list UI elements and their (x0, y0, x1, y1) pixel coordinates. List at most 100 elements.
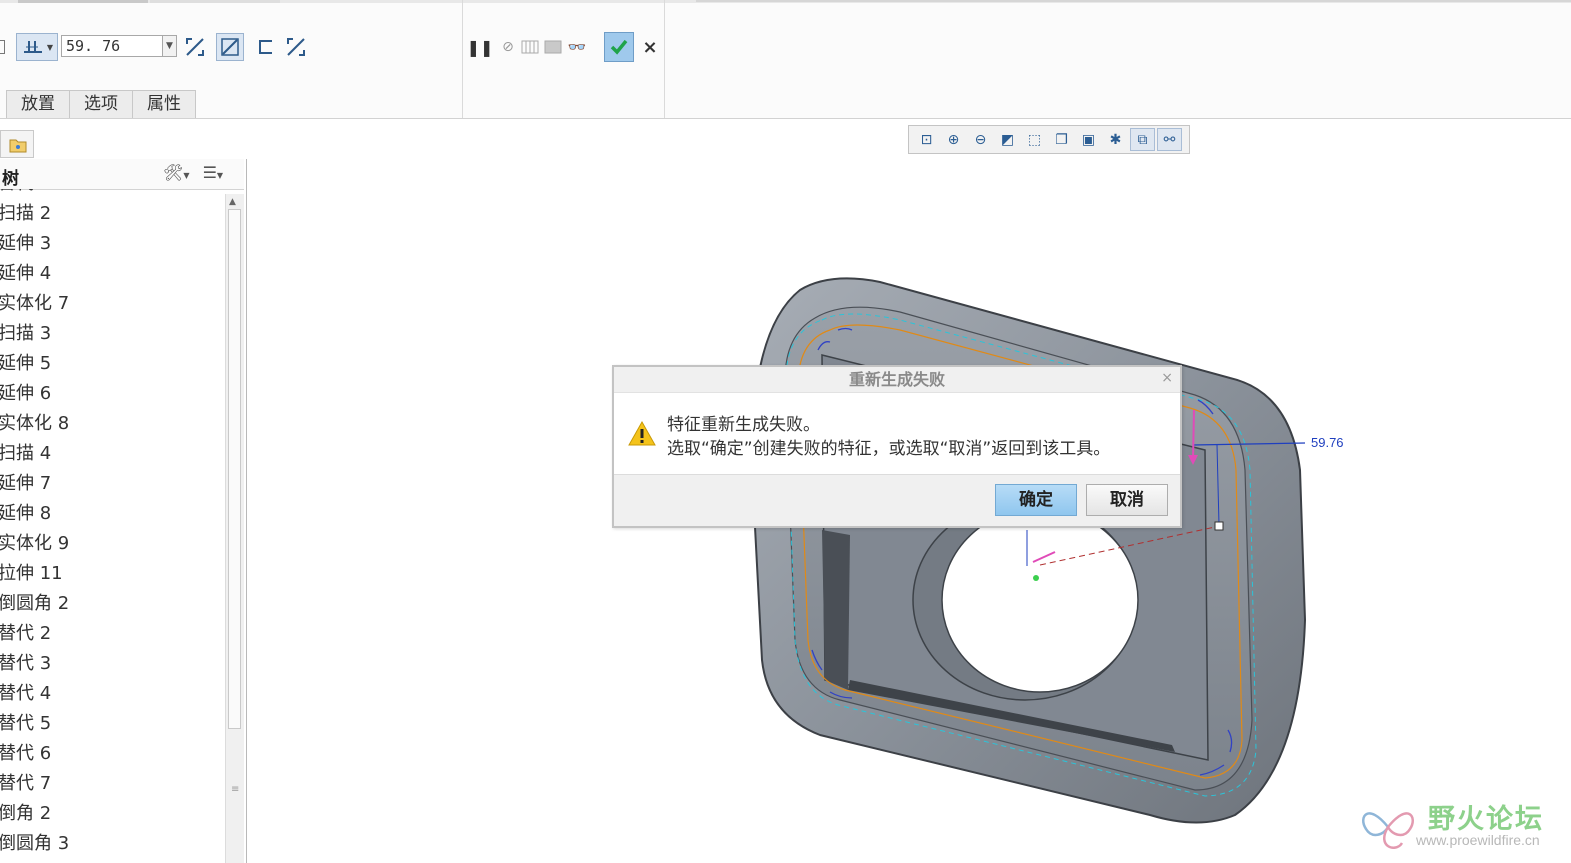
watermark-name: 野火论坛 (1428, 804, 1544, 835)
tree-item[interactable]: 延伸 8 (0, 502, 51, 526)
checkmark-icon (610, 39, 628, 55)
blind-depth-icon (23, 41, 42, 53)
folder-browser-button[interactable] (0, 130, 34, 158)
tree-item[interactable]: 替代 4 (0, 682, 51, 706)
mesh-preview-icon (521, 40, 539, 54)
tree-item[interactable]: 倒圆角 3 (0, 832, 69, 856)
partial-icon[interactable] (0, 40, 5, 54)
tab-properties[interactable]: 属性 (132, 90, 196, 118)
tree-item[interactable]: 替代 7 (0, 772, 51, 796)
depth-dropdown-button[interactable]: ▼ (163, 35, 177, 57)
remove-material-button[interactable] (216, 33, 244, 61)
verify-preview-button[interactable]: 👓 (563, 33, 591, 61)
cancel-button[interactable]: 取消 (1086, 484, 1168, 516)
watermark-url: www.proewildfire.cn (1416, 832, 1540, 848)
ribbon-top-tab[interactable] (150, 0, 280, 3)
model-tree-list: 替代 1 扫描 2 延伸 3 延伸 4 实体化 7 扫描 3 延伸 5 延伸 6 实体化 8 扫描… (0, 189, 224, 863)
view-manager-button[interactable]: ▣ (1076, 128, 1101, 151)
cancel-feature-button[interactable]: × (636, 33, 664, 61)
tree-item[interactable]: 倒角 2 (0, 802, 51, 826)
feature-ribbon: ▼ 59. 76 ▼ ❚❚ ⊘ 👓 × 放置 选项 属性 (0, 0, 1571, 119)
tab-options[interactable]: 选项 (69, 90, 133, 118)
scroll-up-arrow-icon[interactable]: ▲ (229, 197, 236, 207)
forum-logo-icon (1362, 812, 1414, 849)
warning-icon (628, 421, 656, 446)
tree-item[interactable]: 延伸 4 (0, 262, 51, 286)
tree-item[interactable]: 延伸 6 (0, 382, 51, 406)
drag-handle[interactable] (1214, 521, 1224, 531)
tree-item[interactable]: 替代 5 (0, 712, 51, 736)
model-tree-title: 树 (2, 169, 19, 189)
chevron-down-icon: ▼ (216, 171, 224, 180)
tree-settings-button[interactable]: 🛠▼ ☰▼ (163, 163, 223, 182)
tree-item[interactable]: 扫描 3 (0, 322, 51, 346)
tree-item[interactable]: 延伸 5 (0, 352, 51, 376)
model-tree-panel: 树 🛠▼ ☰▼ 替代 1扫描 2延伸 3延伸 4实体化 7扫描 3延伸 5延伸 … (0, 159, 247, 863)
flip-arrows-icon (186, 38, 204, 56)
tree-scrollbar[interactable]: ▲ ≡ (225, 194, 244, 863)
repaint-button[interactable]: ◩ (995, 128, 1020, 151)
thicken-sketch-button[interactable] (252, 33, 280, 61)
view-toolbar: ⊡ ⊕ ⊖ ◩ ⬚ ❐ ▣ ✱ ⧉ ⚯ (908, 125, 1190, 154)
dialog-message-line1: 特征重新生成失败。 (667, 415, 820, 435)
tree-item[interactable]: 替代 2 (0, 622, 51, 646)
remove-material-icon (221, 38, 239, 56)
saved-views-button[interactable]: ❐ (1049, 128, 1074, 151)
tree-item[interactable]: 实体化 7 (0, 292, 69, 316)
depth-type-button[interactable]: ▼ (16, 33, 58, 61)
tree-item[interactable]: 扫描 2 (0, 202, 51, 226)
tree-item[interactable]: 实体化 8 (0, 412, 69, 436)
model-viewport[interactable] (740, 270, 1320, 840)
solid-preview-icon (544, 40, 562, 54)
depth-dimension-label[interactable]: 59.76 (1311, 435, 1344, 450)
tree-item[interactable]: 扫描 4 (0, 442, 51, 466)
direction-arrow[interactable] (1192, 409, 1195, 461)
tree-item[interactable]: 延伸 7 (0, 472, 51, 496)
ribbon-divider (664, 0, 665, 118)
ok-button[interactable]: 确定 (995, 484, 1077, 516)
folder-icon (9, 139, 27, 153)
spin-center-button[interactable]: ⚯ (1157, 128, 1182, 151)
camera-icon: ▣ (1081, 131, 1096, 148)
refit-button[interactable]: ⊡ (914, 128, 939, 151)
tab-placement[interactable]: 放置 (6, 90, 70, 118)
glasses-icon: 👓 (567, 38, 587, 56)
flip-material-button[interactable] (282, 33, 310, 61)
ribbon-top-tab[interactable] (18, 0, 148, 3)
close-icon: × (642, 36, 658, 58)
annotation-display-button[interactable]: ⧉ (1130, 128, 1155, 151)
flip-direction-button[interactable] (181, 33, 209, 61)
tree-item[interactable]: 拉伸 11 (0, 562, 63, 586)
scrollbar-thumb[interactable] (228, 209, 241, 729)
zoom-out-icon: ⊖ (974, 131, 987, 148)
dialog-body: 特征重新生成失败。 选取“确定”创建失败的特征，或选取“取消”返回到该工具。 (614, 392, 1180, 475)
pause-button[interactable]: ❚❚ (466, 33, 494, 61)
zoom-in-icon: ⊕ (947, 131, 960, 148)
depth-value-input[interactable]: 59. 76 (61, 35, 163, 57)
csys-origin (1033, 575, 1039, 581)
flip-arrows-icon (287, 38, 305, 56)
ribbon-divider (462, 0, 463, 118)
refit-icon: ⊡ (920, 131, 933, 148)
tree-item[interactable]: 倒圆角 2 (0, 592, 69, 616)
model-hole (941, 507, 1139, 693)
saved-views-icon: ❐ (1055, 131, 1068, 148)
datum-display-button[interactable]: ✱ (1103, 128, 1128, 151)
repaint-icon: ◩ (1000, 131, 1015, 148)
scroll-grip-icon: ≡ (231, 784, 240, 795)
tree-item[interactable]: 替代 6 (0, 742, 51, 766)
model-pocket-wall (822, 530, 850, 690)
zoom-out-button[interactable]: ⊖ (968, 128, 993, 151)
zoom-in-button[interactable]: ⊕ (941, 128, 966, 151)
display-style-button[interactable]: ⬚ (1022, 128, 1047, 151)
tree-item[interactable]: 替代 1 (0, 189, 51, 196)
model-tree-header: 树 🛠▼ ☰▼ (0, 159, 244, 190)
no-preview-icon: ⊘ (502, 39, 514, 55)
tree-item[interactable]: 实体化 9 (0, 532, 69, 556)
regen-failed-dialog: 重新生成失败 × 特征重新生成失败。 选取“确定”创建失败的特征，或选取“取消”… (612, 365, 1182, 528)
dialog-close-button[interactable]: × (1161, 370, 1173, 386)
tree-item[interactable]: 替代 3 (0, 652, 51, 676)
accept-button[interactable] (604, 32, 634, 62)
tree-item[interactable]: 延伸 3 (0, 232, 51, 256)
tools-icon: 🛠 (163, 163, 184, 182)
